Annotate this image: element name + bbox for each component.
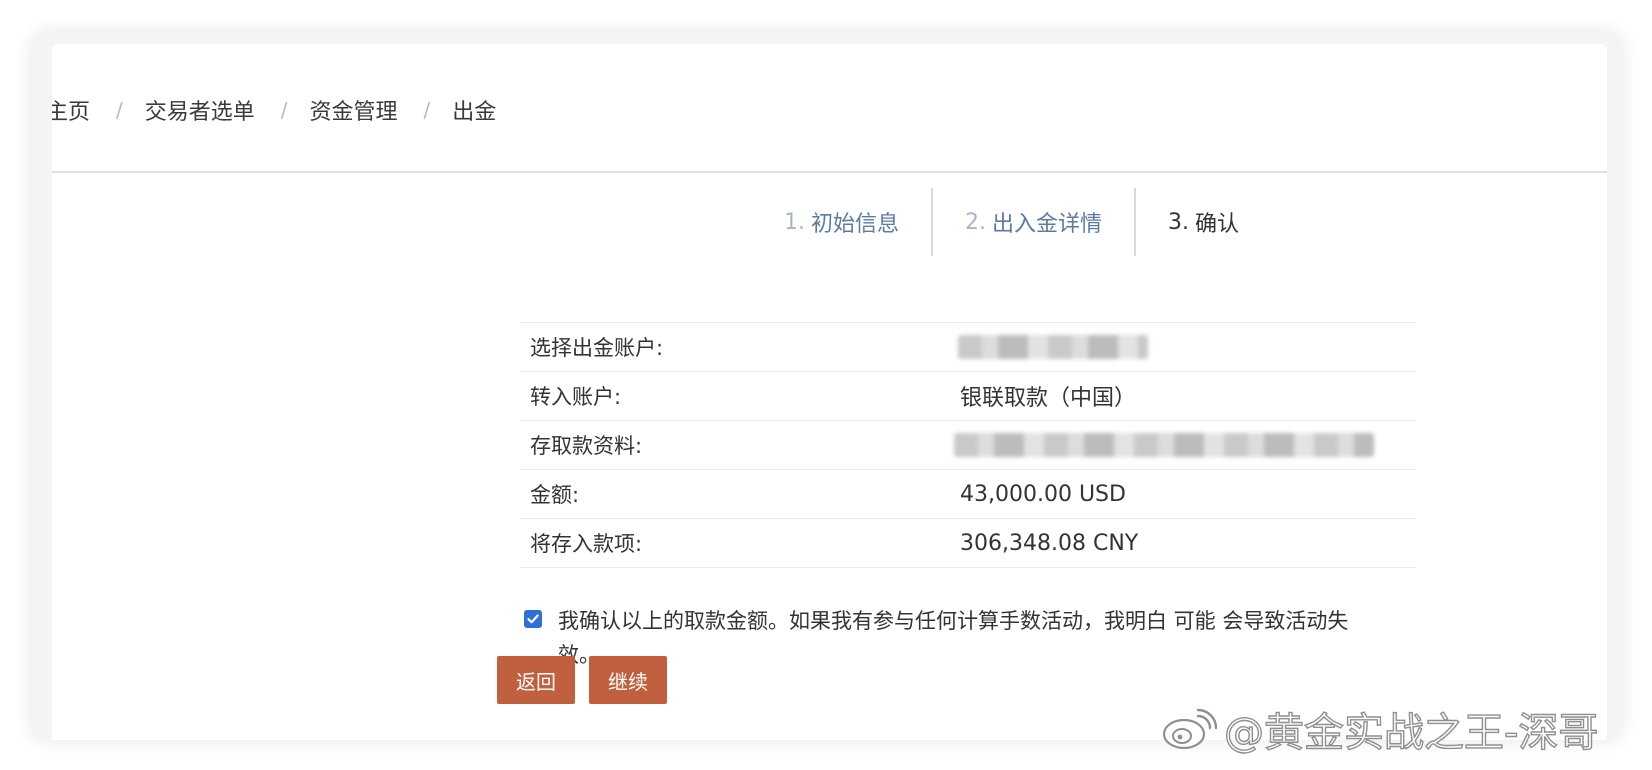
detail-value: 银联取款（中国） [960, 386, 1137, 411]
step-label: 出入金详情 [992, 212, 1103, 237]
breadcrumb-separator: / [423, 98, 431, 122]
redacted-account [958, 335, 1148, 359]
breadcrumb-fund-management[interactable]: 资金管理 [310, 94, 398, 126]
detail-value: 306,348.08 CNY [960, 530, 1139, 556]
detail-row-source-account: 选择出金账户: [520, 323, 1416, 372]
watermark: @黄金实战之王-深哥 [1160, 700, 1599, 758]
breadcrumb-withdraw: 出金 [452, 100, 497, 125]
step-label: 初始信息 [811, 212, 900, 237]
step-label: 确认 [1195, 212, 1240, 237]
detail-row-deposit-amount: 将存入款项: 306,348.08 CNY [520, 519, 1416, 568]
detail-value: 43,000.00 USD [960, 481, 1126, 507]
confirm-checkbox[interactable] [524, 610, 542, 628]
breadcrumb-separator: / [280, 98, 288, 122]
step-number: 1. [784, 209, 805, 235]
detail-label: 将存入款项: [530, 532, 643, 556]
back-button[interactable]: 返回 [497, 656, 575, 704]
confirm-text: 我确认以上的取款金额。如果我有参与任何计算手数活动，我明白 可能 会导致活动失效… [558, 609, 1349, 667]
detail-label: 转入账户: [530, 385, 622, 409]
withdrawal-card: 主页 / 交易者选单 / 资金管理 / 出金 1. 初始信息 2. 出入金详情 … [52, 44, 1607, 740]
detail-label: 金额: [530, 483, 580, 507]
screenshot-stage: 主页 / 交易者选单 / 资金管理 / 出金 1. 初始信息 2. 出入金详情 … [0, 0, 1652, 770]
detail-row-amount: 金额: 43,000.00 USD [520, 470, 1416, 519]
breadcrumb-home[interactable]: 主页 [52, 94, 90, 126]
redacted-payment-info [954, 433, 1374, 457]
checkmark-icon [527, 614, 539, 624]
step-number: 3. [1168, 209, 1190, 235]
step-transfer-details[interactable]: 2. 出入金详情 [933, 188, 1134, 256]
breadcrumb-trader-menu[interactable]: 交易者选单 [145, 94, 255, 126]
wizard-steps: 1. 初始信息 2. 出入金详情 3. 确认 [752, 188, 1271, 256]
withdrawal-details-table: 选择出金账户: 转入账户: 银联取款（中国） 存取款资料: 金额: 43,000… [520, 322, 1416, 568]
step-initial-info[interactable]: 1. 初始信息 [752, 188, 931, 256]
detail-row-target-account: 转入账户: 银联取款（中国） [520, 372, 1416, 421]
breadcrumb: 主页 / 交易者选单 / 资金管理 / 出金 [52, 44, 1607, 173]
detail-label: 选择出金账户: [530, 336, 664, 360]
weibo-logo-icon [1162, 708, 1218, 750]
continue-button[interactable]: 继续 [589, 656, 667, 704]
detail-label: 存取款资料: [530, 434, 643, 458]
detail-row-payment-info: 存取款资料: [520, 421, 1416, 470]
step-confirm: 3. 确认 [1136, 188, 1271, 256]
step-number: 2. [965, 209, 987, 235]
watermark-text: @黄金实战之王-深哥 [1223, 709, 1599, 756]
breadcrumb-separator: / [116, 98, 123, 122]
